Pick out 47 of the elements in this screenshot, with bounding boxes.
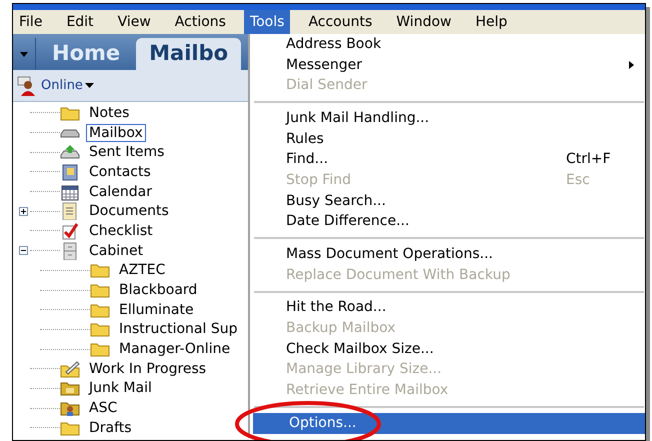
menu-item[interactable]: Rules [250, 128, 645, 150]
expand-icon[interactable] [18, 206, 28, 216]
online-status-button[interactable]: Online [41, 76, 94, 96]
folder-tree-item[interactable]: Checklist [86, 222, 156, 240]
folder-tree-item[interactable]: Cabinet [86, 242, 146, 260]
folder-tree-item[interactable]: Sent Items [86, 143, 168, 162]
menu-bar-item[interactable]: Actions [168, 10, 232, 34]
folder-tree-item[interactable]: ASC [86, 399, 120, 418]
menu-item[interactable]: Options... [253, 413, 645, 434]
checkmark-icon [60, 222, 80, 240]
menu-item[interactable]: Messenger [250, 54, 645, 76]
folder-icon [60, 360, 80, 378]
caret-icon[interactable] [84, 83, 94, 88]
menu-item[interactable]: Busy Search... [250, 190, 645, 212]
folder-tree-item[interactable]: AZTEC [116, 261, 168, 280]
menu-item[interactable]: Address Book [250, 34, 645, 55]
folder-tree-item[interactable]: Drafts [86, 418, 135, 437]
folder-tree-item[interactable]: Manager-Online [116, 340, 234, 358]
folder-tree-item[interactable]: Junk Mail [86, 379, 155, 398]
tray-icon [60, 128, 80, 138]
folder-tree-item[interactable]: Work In Progress [86, 360, 210, 378]
menu-item[interactable]: Date Difference... [250, 212, 645, 232]
menu-bar-item[interactable]: Window [390, 10, 458, 34]
menu-item[interactable]: Mass Document Operations... [250, 244, 645, 265]
folder-tree-item[interactable]: Elluminate [116, 300, 197, 319]
menu-item[interactable]: Find... Ctrl+F [250, 149, 645, 170]
menu-bar-item[interactable]: Tools [244, 10, 290, 34]
folder-tree-item[interactable]: Documents [86, 202, 172, 220]
folder-tree-item[interactable]: Notes [86, 104, 132, 122]
tray-icon [60, 143, 80, 162]
folder-tree-item[interactable]: Instructional Sup [116, 320, 240, 338]
folder-tree-item[interactable]: Mailbox [86, 124, 146, 142]
tab[interactable]: Mailbo [136, 38, 242, 70]
menu-bar-item[interactable]: Accounts [302, 10, 378, 34]
menu-item[interactable]: Hit the Road... [250, 298, 645, 318]
menu-bar-item[interactable]: File [13, 10, 48, 34]
calendar-icon [60, 182, 80, 201]
menu-bar-item[interactable]: Edit [60, 10, 100, 34]
menu-bar-item[interactable]: Help [469, 10, 514, 34]
folder-tree-item[interactable]: Contacts [86, 162, 154, 181]
menu-bar-item[interactable]: View [112, 10, 157, 34]
address-book-icon [60, 162, 80, 181]
folder-tree-item[interactable]: Calendar [86, 182, 155, 201]
menu-item[interactable]: Junk Mail Handling... [250, 108, 645, 129]
collapse-icon[interactable] [18, 246, 28, 256]
folder-tree-item[interactable]: Blackboard [116, 281, 200, 300]
menu-item[interactable]: Check Mailbox Size... [250, 338, 645, 360]
